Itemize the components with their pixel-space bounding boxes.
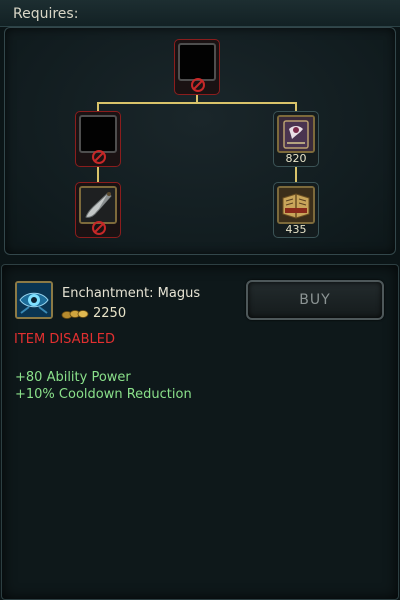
- requires-header: Requires:: [0, 0, 400, 27]
- item-disabled-label: ITEM DISABLED: [14, 332, 115, 347]
- tree-connector: [97, 167, 99, 182]
- book-icon: [277, 186, 315, 224]
- recipe-slot-right-component[interactable]: 820: [273, 111, 319, 167]
- disabled-icon: [92, 150, 106, 164]
- item-cost: 2250: [93, 306, 127, 321]
- empty-item-icon: [178, 43, 216, 81]
- tree-connector: [97, 102, 296, 104]
- buy-button[interactable]: BUY: [246, 280, 384, 320]
- requires-title: Requires:: [13, 6, 79, 22]
- gold-coins-icon: [61, 310, 89, 319]
- disabled-icon: [191, 78, 205, 92]
- tree-connector: [295, 167, 297, 182]
- recipe-price: 435: [285, 223, 307, 236]
- tree-connector: [97, 102, 99, 111]
- dagger-icon: [79, 186, 117, 224]
- magus-eye-icon: [15, 281, 53, 319]
- tome-icon: [277, 115, 315, 153]
- empty-item-icon: [79, 115, 117, 153]
- tree-connector: [295, 102, 297, 111]
- recipe-slot-root[interactable]: [174, 39, 220, 95]
- recipe-price: 820: [285, 152, 307, 165]
- item-stat: +10% Cooldown Reduction: [15, 387, 192, 402]
- recipe-slot-left-component[interactable]: [75, 111, 121, 167]
- disabled-icon: [92, 221, 106, 235]
- recipe-slot-right-base[interactable]: 435: [273, 182, 319, 238]
- item-stat: +80 Ability Power: [15, 370, 131, 385]
- item-name: Enchantment: Magus: [62, 286, 201, 301]
- recipe-slot-left-base[interactable]: [75, 182, 121, 238]
